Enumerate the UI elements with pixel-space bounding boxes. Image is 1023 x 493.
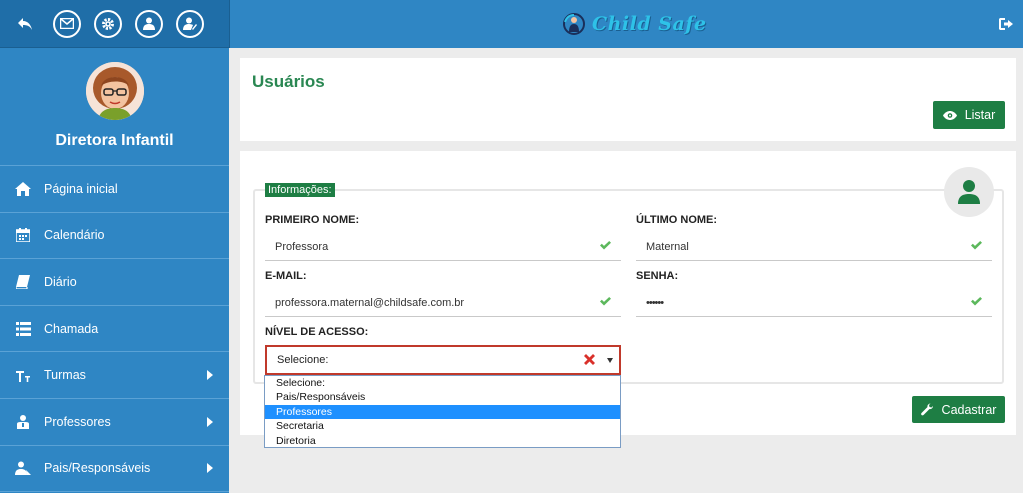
calendar-icon (14, 226, 32, 244)
sidebar-item-label: Turmas (44, 368, 86, 383)
sidebar-item-pais-responsaveis[interactable]: Pais/Responsáveis (0, 446, 229, 493)
logout-button[interactable] (999, 17, 1013, 35)
check-icon (600, 241, 611, 250)
mail-button[interactable] (53, 9, 81, 38)
teacher-icon (14, 413, 32, 431)
last-name-value: Maternal (646, 240, 689, 253)
sidebar-item-chamada[interactable]: Chamada (0, 306, 229, 353)
brand-logo[interactable]: Child Safe (562, 12, 707, 36)
password-value: •••••• (646, 296, 664, 309)
user-icon (958, 180, 980, 204)
eye-icon (942, 110, 957, 120)
password-field[interactable]: •••••• (636, 289, 992, 317)
user-badge (944, 167, 994, 217)
sidebar-item-pagina-inicial[interactable]: Página inicial (0, 166, 229, 213)
error-x-icon (584, 354, 595, 365)
settings-button[interactable] (94, 9, 122, 38)
back-button[interactable] (10, 9, 40, 39)
password-label: SENHA: (636, 270, 679, 282)
dropdown-option[interactable]: Selecione: (265, 376, 620, 390)
profile-name: Diretora Infantil (55, 132, 174, 149)
first-name-label: PRIMEIRO NOME: (265, 214, 360, 226)
dropdown-option-highlighted[interactable]: Professores (265, 404, 620, 420)
page-title: Usuários (252, 72, 325, 91)
sidebar: Diretora Infantil Página inicial Calendá… (0, 0, 229, 493)
email-value: professora.maternal@childsafe.com.br (275, 296, 465, 309)
sidebar-item-label: Página inicial (44, 181, 118, 196)
logout-icon (999, 18, 1013, 30)
access-level-dropdown: Selecione: Pais/Responsáveis Professores… (264, 375, 621, 448)
wrench-icon (920, 403, 933, 416)
mail-icon (60, 18, 74, 29)
sidebar-item-turmas[interactable]: Turmas (0, 352, 229, 399)
list-button-label: Listar (964, 108, 996, 122)
last-name-field[interactable]: Maternal (636, 233, 992, 261)
dropdown-option[interactable]: Pais/Responsáveis (265, 390, 620, 404)
home-icon (14, 180, 32, 198)
email-label: E-MAIL: (265, 270, 307, 282)
back-icon (18, 17, 32, 30)
user-icon (143, 17, 155, 30)
sidebar-item-label: Calendário (44, 228, 105, 243)
sidebar-item-label: Professores (44, 414, 111, 429)
sidebar-item-professores[interactable]: Professores (0, 399, 229, 446)
access-level-label: NÍVEL DE ACESSO: (265, 326, 369, 338)
fieldset-legend: Informações: (265, 183, 335, 197)
sidebar-toolbar (0, 0, 229, 48)
sidebar-item-diario[interactable]: Diário (0, 259, 229, 306)
sidebar-item-label: Pais/Responsáveis (44, 461, 151, 476)
dropdown-option[interactable]: Secretaria (265, 419, 620, 433)
text-height-icon (14, 366, 32, 384)
top-header: Child Safe (229, 0, 1023, 48)
first-name-value: Professora (275, 240, 329, 253)
sidebar-item-calendario[interactable]: Calendário (0, 213, 229, 260)
title-panel: Usuários Listar (240, 58, 1016, 141)
gear-icon (102, 17, 114, 30)
parents-icon (14, 459, 32, 477)
first-name-field[interactable]: Professora (265, 233, 621, 261)
child-safe-logo-icon (563, 13, 585, 35)
sidebar-item-label: Chamada (44, 321, 99, 336)
caret-right-icon (207, 416, 213, 427)
email-field[interactable]: professora.maternal@childsafe.com.br (265, 289, 621, 317)
sidebar-item-label: Diário (44, 274, 77, 289)
access-level-value: Selecione: (277, 354, 329, 366)
access-level-select[interactable]: Selecione: (265, 345, 621, 375)
edit-profile-button[interactable] (176, 9, 204, 38)
user-edit-icon (183, 17, 197, 30)
list-button[interactable]: Listar (933, 101, 1005, 129)
avatar[interactable] (85, 62, 144, 120)
check-icon (600, 297, 611, 306)
last-name-label: ÚLTIMO NOME: (636, 214, 718, 226)
check-icon (971, 241, 982, 250)
check-icon (971, 297, 982, 306)
caret-right-icon (207, 370, 213, 381)
submit-button-label: Cadastrar (941, 402, 997, 417)
submit-button[interactable]: Cadastrar (912, 396, 1005, 423)
list-icon (14, 320, 32, 338)
book-icon (14, 273, 32, 291)
dropdown-option[interactable]: Diretoria (265, 434, 620, 448)
profile-block: Diretora Infantil (0, 48, 229, 166)
dropdown-arrow-icon (607, 358, 613, 363)
brand-name: Child Safe (592, 13, 707, 35)
caret-right-icon (207, 463, 213, 474)
profile-button[interactable] (135, 9, 163, 38)
